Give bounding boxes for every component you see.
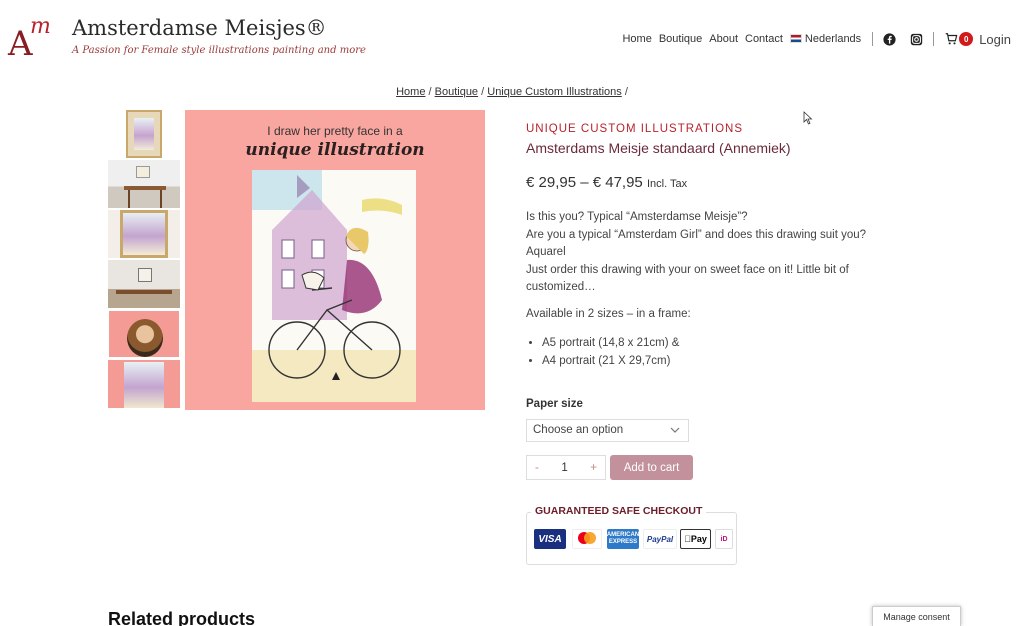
main-product-image[interactable]: I draw her pretty face in a unique illus… xyxy=(185,110,485,410)
description-line: Are you a typical “Amsterdam Girl” and d… xyxy=(526,228,867,241)
nav-about[interactable]: About xyxy=(709,33,738,45)
sizes-list: A5 portrait (14,8 x 21cm) & A4 portrait … xyxy=(542,335,679,370)
description-line: Aquarel xyxy=(526,246,566,258)
description-line: customized… xyxy=(526,281,596,293)
checkout-title: GUARANTEED SAFE CHECKOUT xyxy=(531,505,707,517)
sizes-intro: Available in 2 sizes – in a frame: xyxy=(526,308,691,320)
facebook-icon[interactable] xyxy=(883,32,896,46)
nav-contact[interactable]: Contact xyxy=(745,33,783,45)
tax-note: Incl. Tax xyxy=(646,178,688,190)
product-title: Amsterdams Meisje standaard (Annemiek) xyxy=(526,140,791,156)
site-title[interactable]: Amsterdamse Meisjes® xyxy=(72,16,327,40)
ideal-icon: iD xyxy=(715,529,733,549)
login-link[interactable]: Login xyxy=(979,32,1011,47)
breadcrumb-separator: / xyxy=(624,86,628,98)
image-caption-line1: I draw her pretty face in a xyxy=(267,124,403,138)
cart-icon[interactable] xyxy=(944,32,958,46)
breadcrumb: Home / Boutique / Unique Custom Illustra… xyxy=(0,86,1024,98)
thumbnail-5[interactable] xyxy=(108,310,180,358)
paper-size-select[interactable]: Choose an option xyxy=(526,419,689,442)
chevron-down-icon xyxy=(670,427,680,433)
apple-pay-label: Pay xyxy=(687,534,707,544)
breadcrumb-category[interactable]: Unique Custom Illustrations xyxy=(487,86,622,98)
safe-checkout-box: GUARANTEED SAFE CHECKOUT VISA AMERICAN E… xyxy=(526,505,737,565)
thumbnail-1[interactable] xyxy=(108,110,180,158)
price-range: € 29,95 – € 47,95 xyxy=(526,174,643,191)
quantity-increase-button[interactable]: + xyxy=(590,462,597,474)
quantity-stepper: - 1 + xyxy=(526,455,606,480)
thumbnail-6[interactable] xyxy=(108,360,180,408)
netherlands-flag-icon xyxy=(789,34,802,43)
select-placeholder: Choose an option xyxy=(533,424,624,436)
paypal-icon: PayPal xyxy=(643,529,677,549)
site-logo[interactable]: A m xyxy=(6,14,62,64)
language-switcher[interactable]: Nederlands xyxy=(789,33,862,45)
size-item: A4 portrait (21 X 29,7cm) xyxy=(542,353,679,371)
illustration-artwork xyxy=(252,170,416,402)
nav-divider xyxy=(872,32,874,46)
main-nav: Home Boutique About Contact Nederlands 0… xyxy=(622,30,1018,48)
gallery-thumbnails xyxy=(108,110,181,410)
cart-count-badge: 0 xyxy=(959,32,974,46)
logo-letter-a: A xyxy=(8,24,33,64)
instagram-icon[interactable] xyxy=(910,33,923,46)
product-category[interactable]: UNIQUE CUSTOM ILLUSTRATIONS xyxy=(526,123,743,135)
breadcrumb-boutique[interactable]: Boutique xyxy=(435,86,478,98)
manage-consent-button[interactable]: Manage consent xyxy=(872,606,961,626)
logo-letter-m: m xyxy=(30,14,51,39)
size-item: A5 portrait (14,8 x 21cm) & xyxy=(542,335,679,353)
add-to-cart-button[interactable]: Add to cart xyxy=(610,455,693,480)
quantity-input[interactable]: 1 xyxy=(561,462,567,474)
site-tagline: A Passion for Female style illustrations… xyxy=(72,45,366,56)
nav-divider xyxy=(933,32,935,46)
thumbnail-4[interactable] xyxy=(108,260,180,308)
paper-size-label: Paper size xyxy=(526,398,583,410)
breadcrumb-separator: / xyxy=(481,86,485,98)
nav-boutique[interactable]: Boutique xyxy=(659,33,702,45)
quantity-decrease-button[interactable]: - xyxy=(535,462,539,474)
product-price: € 29,95 – € 47,95 Incl. Tax xyxy=(526,174,687,191)
nav-home[interactable]: Home xyxy=(622,33,651,45)
breadcrumb-home[interactable]: Home xyxy=(396,86,425,98)
breadcrumb-separator: / xyxy=(428,86,432,98)
mastercard-icon xyxy=(572,529,602,549)
language-label: Nederlands xyxy=(804,33,862,45)
mouse-cursor-icon xyxy=(803,111,813,125)
related-products-heading: Related products xyxy=(108,609,256,626)
image-caption-line2: unique illustration xyxy=(245,140,425,160)
apple-pay-icon: Pay xyxy=(680,529,711,549)
description-line: Is this you? Typical “Amsterdamse Meisje… xyxy=(526,211,748,223)
amex-icon: AMERICAN EXPRESS xyxy=(607,529,639,549)
thumbnail-2[interactable] xyxy=(108,160,180,208)
visa-icon: VISA xyxy=(534,529,566,549)
thumbnail-3[interactable] xyxy=(108,210,180,258)
product-description: Is this you? Typical “Amsterdamse Meisje… xyxy=(526,209,906,297)
description-line: Just order this drawing with your on swe… xyxy=(526,263,849,276)
